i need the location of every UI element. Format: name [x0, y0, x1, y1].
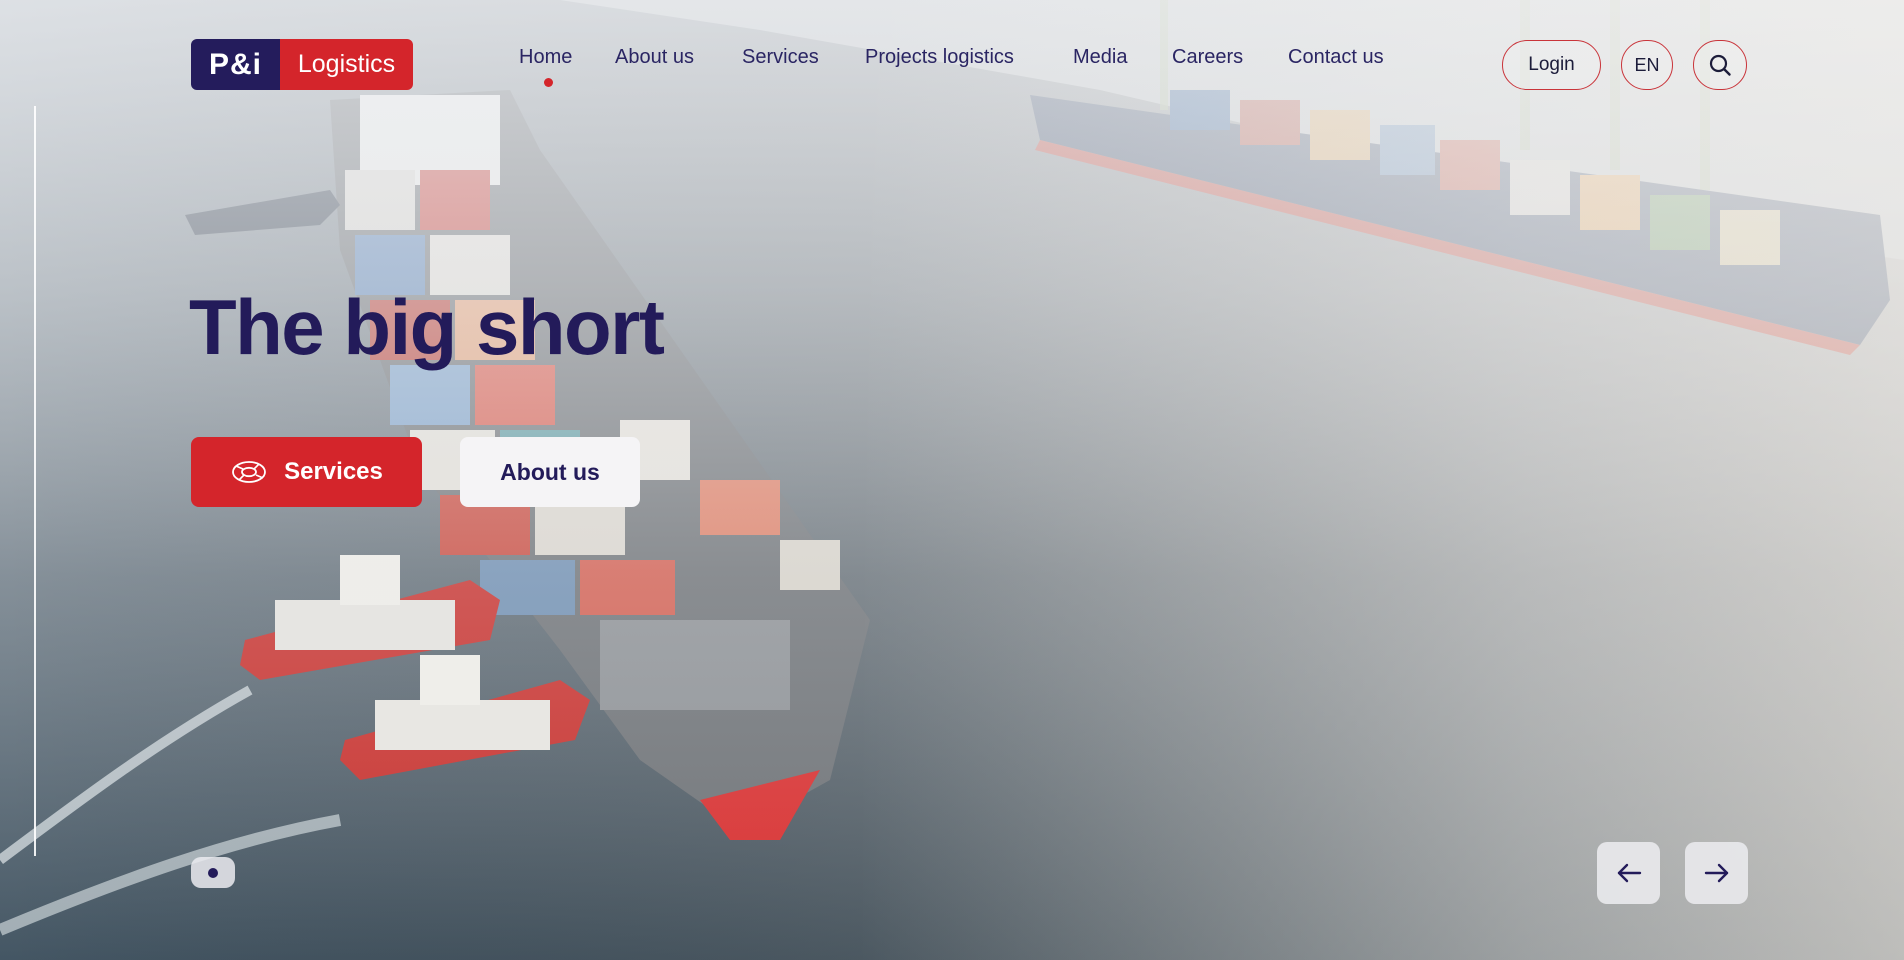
lifebuoy-icon: [230, 459, 268, 485]
search-icon: [1708, 53, 1732, 77]
nav-item-media[interactable]: Media: [1073, 46, 1127, 69]
services-cta-button[interactable]: Services: [191, 437, 422, 507]
slide-pager-dot[interactable]: [191, 857, 235, 888]
search-button[interactable]: [1693, 40, 1747, 90]
nav-item-careers[interactable]: Careers: [1172, 46, 1243, 69]
nav-active-indicator: [544, 78, 553, 87]
nav-item-about-us[interactable]: About us: [615, 46, 694, 69]
services-cta-label: Services: [284, 458, 383, 485]
arrow-right-icon: [1704, 862, 1730, 884]
slide-pager-dot-active: [208, 867, 218, 878]
nav-item-services[interactable]: Services: [742, 46, 819, 69]
about-us-cta-button[interactable]: About us: [460, 437, 640, 507]
nav-item-projects-logistics[interactable]: Projects logistics: [865, 46, 1014, 69]
nav-item-home[interactable]: Home: [519, 46, 572, 69]
login-button[interactable]: Login: [1502, 40, 1601, 90]
side-progress-line: [34, 106, 36, 856]
slide-next-button[interactable]: [1685, 842, 1748, 904]
slide-prev-button[interactable]: [1597, 842, 1660, 904]
hero-title: The big short: [189, 283, 665, 371]
language-switcher[interactable]: EN: [1621, 40, 1673, 90]
arrow-left-icon: [1616, 862, 1642, 884]
brand-logo[interactable]: P&i Logistics: [191, 39, 413, 90]
brand-logo-word: Logistics: [280, 39, 413, 90]
nav-item-contact-us[interactable]: Contact us: [1288, 46, 1384, 69]
brand-logo-mark: P&i: [191, 39, 280, 90]
